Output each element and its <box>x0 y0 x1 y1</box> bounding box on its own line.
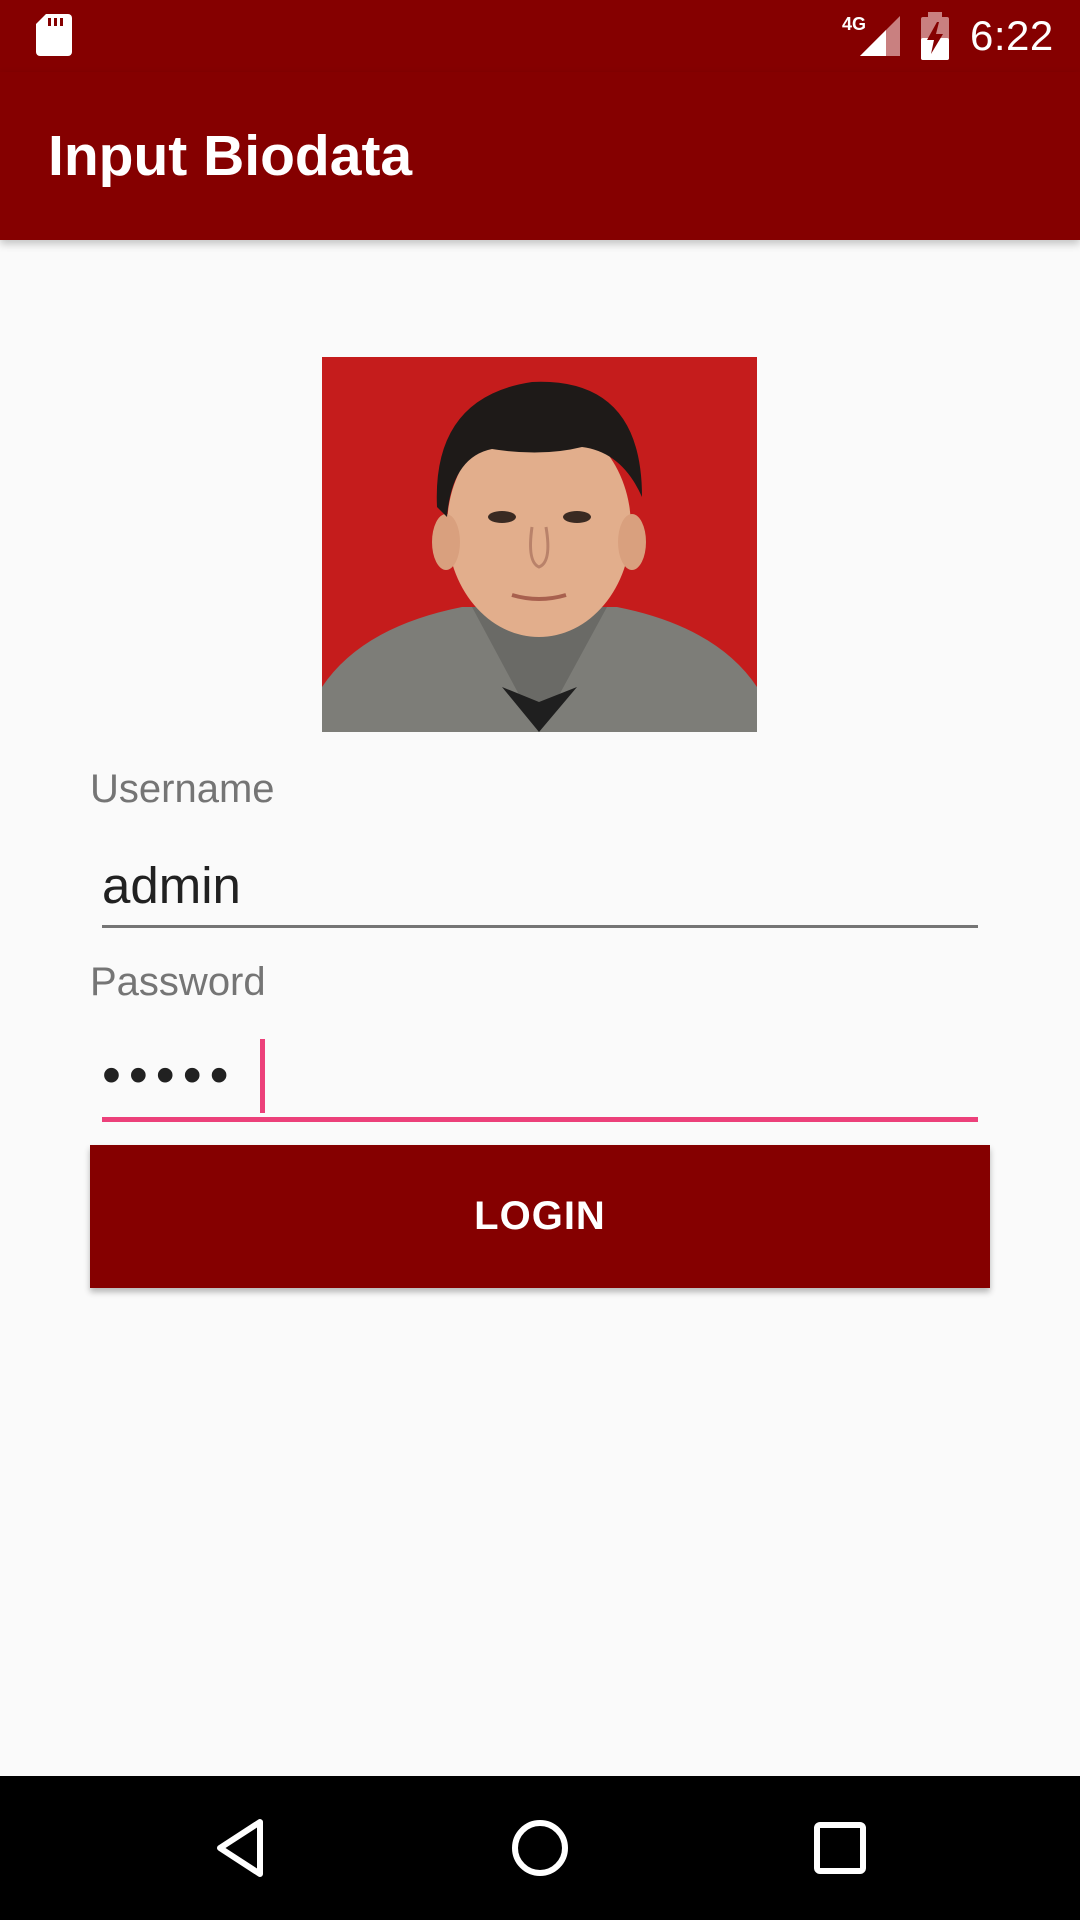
login-button[interactable]: LOGIN <box>90 1145 990 1288</box>
status-bar: 4G 6:22 <box>0 0 1080 72</box>
username-underline <box>102 925 978 928</box>
username-input[interactable] <box>102 845 978 925</box>
navigation-bar <box>0 1776 1080 1920</box>
back-icon[interactable] <box>206 1812 278 1884</box>
app-title: Input Biodata <box>48 124 413 188</box>
password-label: Password <box>90 960 266 1004</box>
home-icon[interactable] <box>504 1812 576 1884</box>
password-underline <box>102 1117 978 1122</box>
profile-photo <box>322 357 757 732</box>
username-label: Username <box>90 767 275 811</box>
signal-4g-icon: 4G <box>842 14 900 56</box>
screen: 4G 6:22 Input Biodata Username admin Pas… <box>0 0 1080 1920</box>
password-input[interactable]: ••••• <box>102 1035 978 1115</box>
battery-charging-icon <box>921 12 949 60</box>
recents-icon[interactable] <box>804 1812 876 1884</box>
sd-card-icon <box>36 14 72 56</box>
clock: 6:22 <box>970 12 1054 59</box>
text-cursor <box>260 1039 265 1113</box>
password-masked-value: ••••• <box>102 1045 237 1105</box>
app-bar: Input Biodata <box>0 72 1080 240</box>
network-type-label: 4G <box>842 14 866 34</box>
